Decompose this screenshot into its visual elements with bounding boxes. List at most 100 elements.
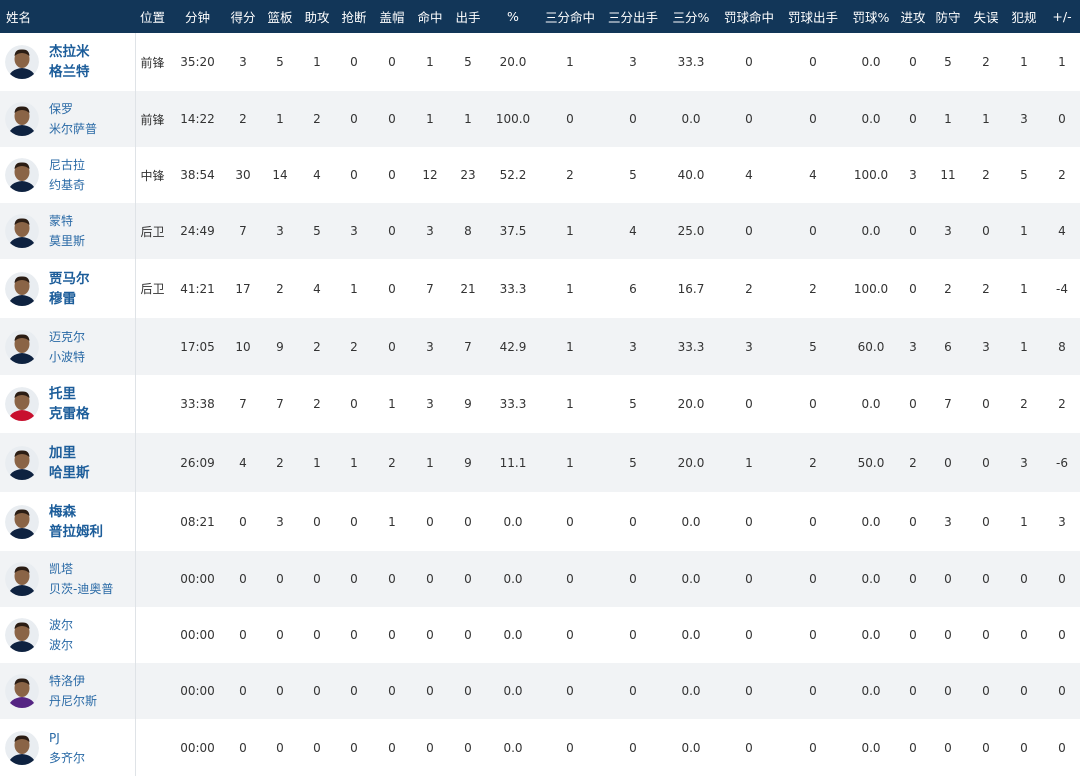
player-cell[interactable]: 特洛伊 丹尼尔斯 (0, 663, 136, 719)
stat-cell: 0 (464, 572, 472, 586)
player-link[interactable]: 托里 克雷格 (0, 384, 134, 424)
player-last-name[interactable]: 约基奇 (49, 175, 85, 195)
player-name[interactable]: 波尔 波尔 (49, 615, 73, 655)
column-header[interactable]: 得分 (225, 0, 261, 33)
player-last-name[interactable]: 穆雷 (49, 289, 90, 309)
player-last-name[interactable]: 贝茨-迪奥普 (49, 579, 113, 599)
column-header[interactable]: 罚球% (845, 0, 897, 33)
stat-cell: 0 (1020, 684, 1028, 698)
player-first-name[interactable]: 加里 (49, 443, 90, 463)
player-name[interactable]: 尼古拉 约基奇 (49, 155, 85, 195)
column-header[interactable]: 三分出手 (601, 0, 665, 33)
stat-cell: 4 (1058, 224, 1066, 238)
player-name[interactable]: 杰拉米 格兰特 (49, 42, 90, 82)
player-name[interactable]: 贾马尔 穆雷 (49, 269, 90, 309)
player-link[interactable]: 特洛伊 丹尼尔斯 (0, 671, 134, 711)
player-name[interactable]: 蒙特 莫里斯 (49, 211, 85, 251)
player-link[interactable]: 加里 哈里斯 (0, 443, 134, 483)
player-cell[interactable]: PJ 多齐尔 (0, 719, 136, 776)
column-header[interactable]: 罚球出手 (781, 0, 845, 33)
column-header[interactable]: 命中 (411, 0, 449, 33)
player-name[interactable]: PJ 多齐尔 (49, 728, 85, 768)
player-last-name[interactable]: 普拉姆利 (49, 522, 103, 542)
player-first-name[interactable]: 特洛伊 (49, 671, 97, 691)
column-header[interactable]: 盖帽 (373, 0, 411, 33)
player-last-name[interactable]: 莫里斯 (49, 231, 85, 251)
player-name[interactable]: 迈克尔 小波特 (49, 327, 85, 367)
column-header[interactable]: 篮板 (261, 0, 299, 33)
column-header[interactable]: 抢断 (335, 0, 373, 33)
player-cell[interactable]: 波尔 波尔 (0, 607, 136, 663)
player-last-name[interactable]: 米尔萨普 (49, 119, 97, 139)
player-name[interactable]: 特洛伊 丹尼尔斯 (49, 671, 97, 711)
player-cell[interactable]: 贾马尔 穆雷 (0, 259, 136, 318)
player-avatar (5, 329, 39, 364)
player-name[interactable]: 托里 克雷格 (49, 384, 90, 424)
column-header[interactable]: % (487, 0, 539, 33)
player-first-name[interactable]: 迈克尔 (49, 327, 85, 347)
player-cell[interactable]: 杰拉米 格兰特 (0, 33, 136, 91)
position-cell: 后卫 (140, 224, 165, 239)
player-link[interactable]: 蒙特 莫里斯 (0, 211, 134, 251)
column-header[interactable]: 三分命中 (539, 0, 601, 33)
player-link[interactable]: 凯塔 贝茨-迪奥普 (0, 559, 134, 599)
player-link[interactable]: 尼古拉 约基奇 (0, 155, 134, 195)
column-header[interactable]: 出手 (449, 0, 487, 33)
column-header[interactable]: 罚球命中 (717, 0, 781, 33)
player-link[interactable]: PJ 多齐尔 (0, 728, 134, 768)
column-header[interactable]: 失误 (967, 0, 1005, 33)
player-first-name[interactable]: 贾马尔 (49, 269, 90, 289)
player-last-name[interactable]: 格兰特 (49, 62, 90, 82)
player-cell[interactable]: 蒙特 莫里斯 (0, 203, 136, 259)
player-first-name[interactable]: 托里 (49, 384, 90, 404)
player-link[interactable]: 迈克尔 小波特 (0, 327, 134, 367)
player-first-name[interactable]: 梅森 (49, 502, 103, 522)
position-cell (135, 492, 170, 551)
column-header[interactable]: 三分% (665, 0, 717, 33)
player-cell[interactable]: 梅森 普拉姆利 (0, 492, 136, 551)
column-header[interactable]: 助攻 (299, 0, 335, 33)
player-link[interactable]: 杰拉米 格兰特 (0, 42, 134, 82)
player-cell[interactable]: 加里 哈里斯 (0, 433, 136, 492)
column-header-position[interactable]: 位置 (135, 0, 170, 33)
player-last-name[interactable]: 丹尼尔斯 (49, 691, 97, 711)
player-name[interactable]: 梅森 普拉姆利 (49, 502, 103, 542)
column-header[interactable]: +/- (1043, 0, 1080, 33)
player-link[interactable]: 波尔 波尔 (0, 615, 134, 655)
player-link[interactable]: 梅森 普拉姆利 (0, 502, 134, 542)
stat-cell: 33.3 (499, 281, 527, 296)
player-cell[interactable]: 凯塔 贝茨-迪奥普 (0, 551, 136, 607)
player-name[interactable]: 凯塔 贝茨-迪奥普 (49, 559, 113, 599)
column-header[interactable]: 进攻 (897, 0, 929, 33)
player-cell[interactable]: 尼古拉 约基奇 (0, 147, 136, 203)
player-last-name[interactable]: 小波特 (49, 347, 85, 367)
player-link[interactable]: 贾马尔 穆雷 (0, 269, 134, 309)
player-link[interactable]: 保罗 米尔萨普 (0, 99, 134, 139)
player-row: PJ 多齐尔 00:00 0 0 0 0 0 0 0 0.0 0 0 0.0 0 0 0.0 0 0 0 0 0 (0, 719, 1080, 776)
column-header[interactable]: 犯规 (1005, 0, 1043, 33)
player-first-name[interactable]: 波尔 (49, 615, 73, 635)
column-header[interactable]: 分钟 (170, 0, 225, 33)
column-header-name[interactable]: 姓名 (0, 0, 135, 33)
player-cell[interactable]: 保罗 米尔萨普 (0, 91, 136, 147)
player-cell[interactable]: 迈克尔 小波特 (0, 318, 136, 375)
player-last-name[interactable]: 克雷格 (49, 404, 90, 424)
player-name[interactable]: 保罗 米尔萨普 (49, 99, 97, 139)
player-first-name[interactable]: 杰拉米 (49, 42, 90, 62)
player-first-name[interactable]: 保罗 (49, 99, 97, 119)
column-header[interactable]: 防守 (929, 0, 967, 33)
stat-cell: 0 (629, 112, 637, 126)
player-first-name[interactable]: 蒙特 (49, 211, 85, 231)
stat-cell: 0 (1058, 572, 1066, 586)
stat-cell: 37.5 (499, 224, 527, 238)
player-last-name[interactable]: 波尔 (49, 635, 73, 655)
player-last-name[interactable]: 哈里斯 (49, 463, 90, 483)
stat-cell: 2 (982, 281, 990, 296)
player-last-name[interactable]: 多齐尔 (49, 748, 85, 768)
player-cell[interactable]: 托里 克雷格 (0, 375, 136, 433)
player-first-name[interactable]: 凯塔 (49, 559, 113, 579)
player-first-name[interactable]: PJ (49, 728, 85, 748)
player-first-name[interactable]: 尼古拉 (49, 155, 85, 175)
stat-cell: 1 (313, 55, 321, 69)
player-name[interactable]: 加里 哈里斯 (49, 443, 90, 483)
